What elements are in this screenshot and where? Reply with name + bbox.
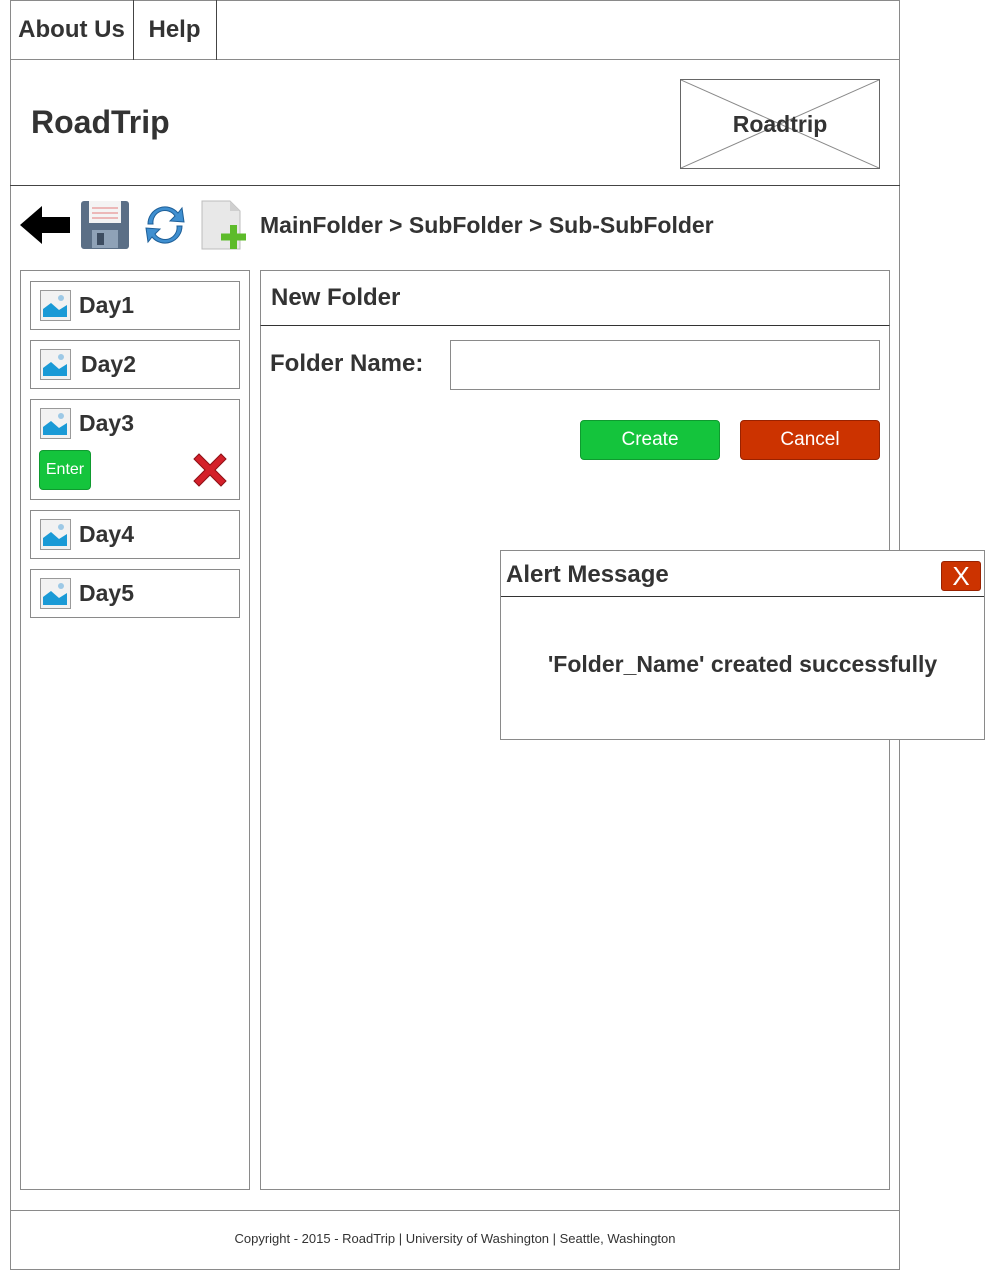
day-label: Day2 <box>81 351 136 377</box>
day-label: Day1 <box>79 292 134 318</box>
sidebar-item-day1[interactable]: Day1 <box>30 281 240 330</box>
alert-message: 'Folder_Name' created successfully <box>547 651 938 677</box>
save-floppy-icon[interactable] <box>80 200 130 250</box>
sidebar-item-day2[interactable]: Day2 <box>30 340 240 389</box>
refresh-icon[interactable] <box>140 200 190 250</box>
breadcrumb: MainFolder > SubFolder > Sub-SubFolder <box>260 212 714 238</box>
create-button[interactable]: Create <box>580 420 720 460</box>
sidebar-item-day4[interactable]: Day4 <box>30 510 240 559</box>
app-title: RoadTrip <box>31 104 170 140</box>
image-icon <box>40 290 71 321</box>
logo-placeholder: Roadtrip <box>680 79 880 169</box>
image-icon <box>40 349 71 380</box>
nav-about-us-label: About Us <box>18 16 125 43</box>
sidebar-item-day3[interactable]: Day3 Enter <box>30 399 240 500</box>
nav-help[interactable]: Help <box>133 0 217 60</box>
alert-title: Alert Message <box>506 561 669 588</box>
image-icon <box>40 578 71 609</box>
footer-copyright: Copyright - 2015 - RoadTrip | University… <box>234 1231 676 1246</box>
day-label: Day3 <box>79 410 134 436</box>
back-arrow-icon[interactable] <box>18 200 70 250</box>
folder-name-input[interactable] <box>450 340 880 390</box>
enter-button[interactable]: Enter <box>39 450 91 490</box>
header-divider <box>10 185 900 186</box>
panel-title: New Folder <box>260 270 890 326</box>
alert-dialog: Alert Message X 'Folder_Name' created su… <box>500 550 985 740</box>
day-label: Day5 <box>79 580 134 606</box>
logo-text: Roadtrip <box>732 110 828 137</box>
sidebar-item-day5[interactable]: Day5 <box>30 569 240 618</box>
nav-about-us[interactable]: About Us <box>10 0 134 60</box>
folder-name-label: Folder Name: <box>270 350 424 377</box>
image-icon <box>40 408 71 439</box>
delete-x-icon[interactable] <box>190 450 230 490</box>
alert-divider <box>501 596 984 597</box>
nav-help-label: Help <box>148 16 201 43</box>
image-icon <box>40 519 71 550</box>
alert-close-button[interactable]: X <box>941 561 981 591</box>
footer-divider <box>10 1210 900 1211</box>
top-nav: About Us Help <box>10 0 900 60</box>
cancel-button[interactable]: Cancel <box>740 420 880 460</box>
new-file-icon[interactable] <box>200 200 250 250</box>
day-label: Day4 <box>79 521 134 547</box>
